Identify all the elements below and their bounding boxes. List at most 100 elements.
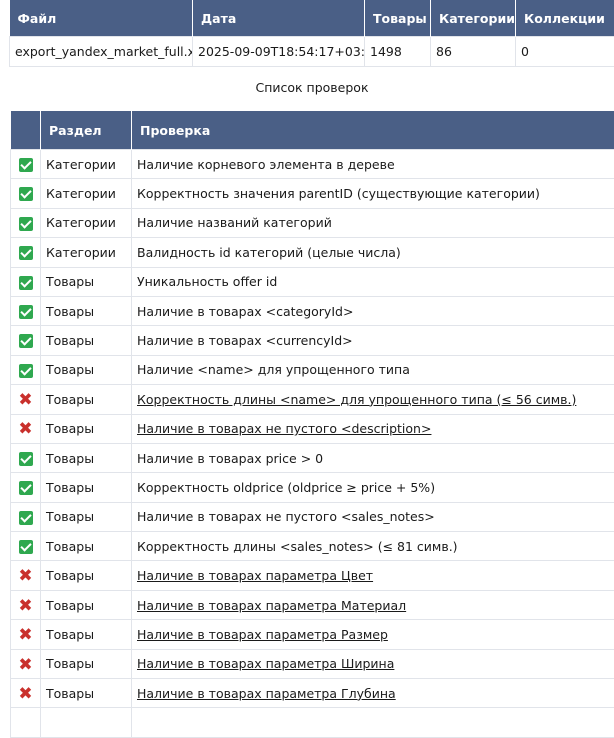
- section-cell: Товары: [41, 679, 132, 708]
- table-row: ТоварыКорректность длины <sales_notes> (…: [11, 532, 614, 561]
- table-row: ✖ТоварыНаличие в товарах параметра Разме…: [11, 620, 614, 649]
- summary-header-products: Товары: [365, 0, 431, 37]
- checks-table: Раздел Проверка КатегорииНаличие корнево…: [10, 111, 614, 738]
- status-cell: ✖: [11, 385, 41, 414]
- table-row: ТоварыНаличие в товарах не пустого <sale…: [11, 502, 614, 531]
- table-row: ✖ Товары Наличие в товарах параметра Глуби…: [11, 679, 614, 708]
- status-cell: [11, 238, 41, 267]
- checkbox-checked-icon: [19, 540, 33, 554]
- table-row: КатегорииНаличие названий категорий: [11, 208, 614, 237]
- status-cell: ✖: [11, 679, 41, 708]
- check-link[interactable]: Наличие в товарах параметра Цвет: [137, 568, 373, 583]
- cross-icon: ✖: [18, 393, 32, 407]
- summary-collections: 0: [516, 37, 614, 67]
- cross-icon: ✖: [18, 599, 32, 613]
- checks-header-section: Раздел: [41, 111, 132, 150]
- summary-row: export_yandex_market_full.xml 2025-09-09…: [10, 37, 614, 67]
- section-cell: Товары: [41, 473, 132, 502]
- check-cell: Корректность длины <name> для упрощенног…: [132, 385, 614, 414]
- status-cell: [11, 532, 41, 561]
- section-cell: Товары: [41, 590, 132, 619]
- section-cell: Товары: [41, 267, 132, 296]
- check-link[interactable]: Наличие в товарах не пустого <descriptio…: [137, 421, 431, 436]
- checks-header-status: [11, 111, 41, 150]
- status-cell: [11, 326, 41, 355]
- check-cell: Наличие <name> для упрощенного типа: [132, 355, 614, 384]
- checks-header-check: Проверка: [132, 111, 614, 150]
- check-cell: Наличие в товарах параметра Глубина: [132, 679, 614, 708]
- status-cell: [11, 150, 41, 179]
- cross-icon: ✖: [18, 687, 32, 701]
- section-cell: Категории: [41, 208, 132, 237]
- status-cell: [11, 443, 41, 472]
- summary-header-date: Дата: [193, 0, 365, 37]
- summary-header-row: Файл Дата Товары Категории Коллекции: [10, 0, 614, 37]
- checkbox-checked-icon: [19, 334, 33, 348]
- status-cell: ✖: [11, 649, 41, 678]
- summary-categories: 86: [431, 37, 516, 67]
- status-cell: [11, 267, 41, 296]
- checks-caption: Список проверок: [0, 80, 614, 95]
- status-cell: [11, 502, 41, 531]
- section-cell: Товары: [41, 443, 132, 472]
- table-row: ТоварыНаличие в товарах price > 0: [11, 443, 614, 472]
- check-cell: Наличие корневого элемента в дереве: [132, 150, 614, 179]
- table-row: ✖ТоварыНаличие в товарах параметра Ширин…: [11, 649, 614, 678]
- table-row: ТоварыКорректность oldprice (oldprice ≥ …: [11, 473, 614, 502]
- file-summary-table: Файл Дата Товары Категории Коллекции exp…: [9, 0, 614, 67]
- check-cell: Валидность id категорий (целые числа): [132, 238, 614, 267]
- section-cell: Товары: [41, 326, 132, 355]
- status-cell: [11, 355, 41, 384]
- section-cell: Товары: [41, 561, 132, 590]
- cross-icon: ✖: [18, 658, 32, 672]
- check-link[interactable]: Наличие в товарах параметра Глубина: [137, 686, 396, 701]
- check-cell: Корректность значения parentID (существу…: [132, 179, 614, 208]
- check-link[interactable]: Наличие в товарах параметра Материал: [137, 598, 406, 613]
- table-row: ТоварыНаличие <name> для упрощенного тип…: [11, 355, 614, 384]
- checks-header-row: Раздел Проверка: [11, 111, 614, 150]
- table-row: ТоварыНаличие в товарах <categoryId>: [11, 296, 614, 325]
- status-cell: ✖: [11, 561, 41, 590]
- section-cell: Категории: [41, 238, 132, 267]
- check-cell: Уникальность offer id: [132, 267, 614, 296]
- status-cell: [11, 208, 41, 237]
- check-cell: Наличие в товарах параметра Ширина: [132, 649, 614, 678]
- check-link[interactable]: Корректность длины <name> для упрощенног…: [137, 392, 576, 407]
- checkbox-checked-icon: [19, 158, 33, 172]
- section-cell: Товары: [41, 296, 132, 325]
- table-row: ✖ТоварыНаличие в товарах не пустого <des…: [11, 414, 614, 443]
- cross-icon: ✖: [18, 569, 32, 583]
- table-row: ✖ТоварыКорректность длины <name> для упр…: [11, 385, 614, 414]
- check-cell: Наличие в товарах параметра Материал: [132, 590, 614, 619]
- table-row: ТоварыУникальность offer id: [11, 267, 614, 296]
- check-link[interactable]: Наличие в товарах параметра Размер: [137, 627, 388, 642]
- section-cell: Товары: [41, 532, 132, 561]
- checkbox-checked-icon: [19, 246, 33, 260]
- table-row: КатегорииКорректность значения parentID …: [11, 179, 614, 208]
- checkbox-checked-icon: [19, 364, 33, 378]
- status-cell: ✖: [11, 414, 41, 443]
- check-cell: Наличие в товарах <categoryId>: [132, 296, 614, 325]
- check-cell: Наличие названий категорий: [132, 208, 614, 237]
- status-cell: [11, 708, 41, 737]
- status-cell: ✖: [11, 590, 41, 619]
- check-cell: Наличие в товарах параметра Размер: [132, 620, 614, 649]
- table-row: [11, 708, 614, 737]
- checkbox-checked-icon: [19, 305, 33, 319]
- section-cell: Категории: [41, 150, 132, 179]
- checkbox-checked-icon: [19, 217, 33, 231]
- status-cell: [11, 296, 41, 325]
- section-cell: [41, 708, 132, 737]
- check-cell: [132, 708, 614, 737]
- checkbox-checked-icon: [19, 511, 33, 525]
- summary-date: 2025-09-09T18:54:17+03:00: [193, 37, 365, 67]
- checkbox-checked-icon: [19, 481, 33, 495]
- check-link[interactable]: Наличие в товарах параметра Ширина: [137, 656, 394, 671]
- summary-header-collections: Коллекции: [516, 0, 614, 37]
- check-cell: Наличие в товарах price > 0: [132, 443, 614, 472]
- cross-icon: ✖: [18, 628, 32, 642]
- cross-icon: ✖: [18, 422, 32, 436]
- section-cell: Товары: [41, 355, 132, 384]
- table-row: КатегорииНаличие корневого элемента в де…: [11, 150, 614, 179]
- checkbox-checked-icon: [19, 452, 33, 466]
